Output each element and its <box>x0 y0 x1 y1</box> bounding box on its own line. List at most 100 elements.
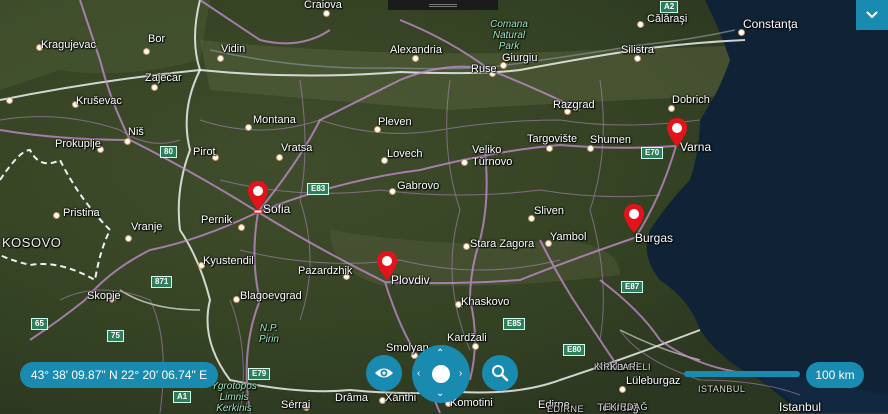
city-label: Lüleburgaz <box>626 375 681 387</box>
city-label: Prokuplje <box>55 138 101 150</box>
city-label: Pernik <box>201 214 233 226</box>
city-label: Kruševac <box>76 95 122 107</box>
city-label: Sérrai <box>281 399 311 411</box>
location-pin-varna[interactable] <box>665 117 689 151</box>
city-label: Vratsa <box>281 142 313 154</box>
city-label: Niš <box>128 126 144 138</box>
city-label: Xánthi <box>385 392 417 404</box>
road-shield: E80 <box>563 344 586 356</box>
city-dot <box>323 10 330 17</box>
city-dot <box>125 235 132 242</box>
city-dot <box>233 296 240 303</box>
city-dot <box>472 343 479 350</box>
city-dot <box>217 55 224 62</box>
city-label: Sliven <box>534 205 564 217</box>
pan-left-arrow-icon[interactable]: ‹ <box>417 369 420 379</box>
view-button[interactable] <box>366 355 402 391</box>
city-dot <box>668 105 675 112</box>
city-label: Montana <box>253 114 296 126</box>
city-dot <box>461 159 468 166</box>
city-label: Shumen <box>590 134 631 146</box>
city-label: Silistra <box>621 44 655 56</box>
road-shield: 65 <box>31 318 48 330</box>
coordinates-readout: 43° 38' 09.87" N 22° 20' 06.74" E <box>20 362 218 388</box>
road-shield: E70 <box>641 147 664 159</box>
pan-down-arrow-icon[interactable]: ⌄ <box>436 389 444 399</box>
pan-control[interactable]: ⌃ ⌄ ‹ › <box>412 345 470 403</box>
city-label: Pristina <box>63 207 100 219</box>
pan-right-arrow-icon[interactable]: › <box>459 369 462 379</box>
collapse-button[interactable] <box>856 0 888 30</box>
city-label: Komotini <box>450 397 493 409</box>
city-dot <box>6 97 13 104</box>
city-dot <box>143 48 150 55</box>
city-label: Giurgiu <box>502 52 538 64</box>
city-label: Targovište <box>527 133 578 145</box>
park-label: Comana Natural Park <box>490 19 528 52</box>
city-dot <box>546 145 553 152</box>
road-shield: A2 <box>660 1 679 13</box>
city-label: Dobrich <box>672 94 710 106</box>
city-dot <box>245 124 252 131</box>
park-label: Ygrotopos Limnis Kerkinis <box>211 381 257 414</box>
road-shield: E85 <box>503 318 526 330</box>
city-dot <box>587 145 594 152</box>
city-label: Pleven <box>378 116 412 128</box>
location-pin-sofia[interactable] <box>246 180 270 214</box>
city-label: Vidin <box>221 43 246 55</box>
city-label: Vranje <box>131 221 163 233</box>
city-label: Călăraşi <box>647 13 688 25</box>
city-label: Blagoevgrad <box>240 290 302 302</box>
city-label: Bor <box>148 33 166 45</box>
eye-icon <box>375 368 393 378</box>
city-label: Yambol <box>550 231 587 243</box>
city-label: Constanţa <box>743 17 798 31</box>
city-label: Stara Zagora <box>470 238 535 250</box>
city-dot <box>463 243 470 250</box>
city-dot <box>389 188 396 195</box>
panel-drag-handle[interactable] <box>388 0 498 10</box>
city-label: Razgrad <box>553 99 595 111</box>
park-label: N.P. Pirin <box>258 323 279 345</box>
city-dot <box>619 386 626 393</box>
city-label: Kardžali <box>447 332 487 344</box>
scale-label: 100 km <box>806 362 864 388</box>
scale-bar <box>684 371 800 377</box>
road-shield: 871 <box>151 276 173 288</box>
grip-icon <box>429 4 457 5</box>
search-button[interactable] <box>482 355 518 391</box>
search-icon <box>492 365 509 382</box>
city-dot <box>276 154 283 161</box>
city-label: Ruse <box>471 63 497 75</box>
city-label: Zaječar <box>145 72 182 84</box>
city-label: Istanbul <box>779 400 822 414</box>
city-label: Drâma <box>335 392 369 404</box>
city-dot <box>151 84 158 91</box>
city-dot <box>412 55 419 62</box>
city-dot <box>124 138 131 145</box>
city-label: Khaskovo <box>461 296 510 308</box>
city-label: Kyustendil <box>203 255 254 267</box>
road-shield: E83 <box>307 183 330 195</box>
region-label: KIRKLARELI <box>594 362 652 372</box>
city-label: Pirot <box>193 146 216 158</box>
recenter-button[interactable] <box>432 365 450 383</box>
location-pin-burgas[interactable] <box>622 203 646 237</box>
region-label: ISTANBUL <box>698 384 746 394</box>
city-dot <box>238 224 245 231</box>
city-label: Kragujevac <box>41 39 97 51</box>
road-shield: 80 <box>160 146 177 158</box>
road-shield: E79 <box>248 368 271 380</box>
chevron-down-icon <box>866 11 878 19</box>
region-label: TEKIRDAĞ <box>598 402 649 412</box>
city-dot <box>634 55 641 62</box>
city-label: Lovech <box>387 148 423 160</box>
city-label: Gabrovo <box>397 180 440 192</box>
location-pin-plovdiv[interactable] <box>375 250 399 284</box>
city-label: Pazardzhik <box>298 265 353 277</box>
pan-up-arrow-icon[interactable]: ⌃ <box>436 349 444 359</box>
city-dot <box>637 21 644 28</box>
road-shield: 75 <box>107 330 124 342</box>
city-label: Veliko Tŭrnovo <box>472 144 513 168</box>
road-shield: E87 <box>621 281 644 293</box>
